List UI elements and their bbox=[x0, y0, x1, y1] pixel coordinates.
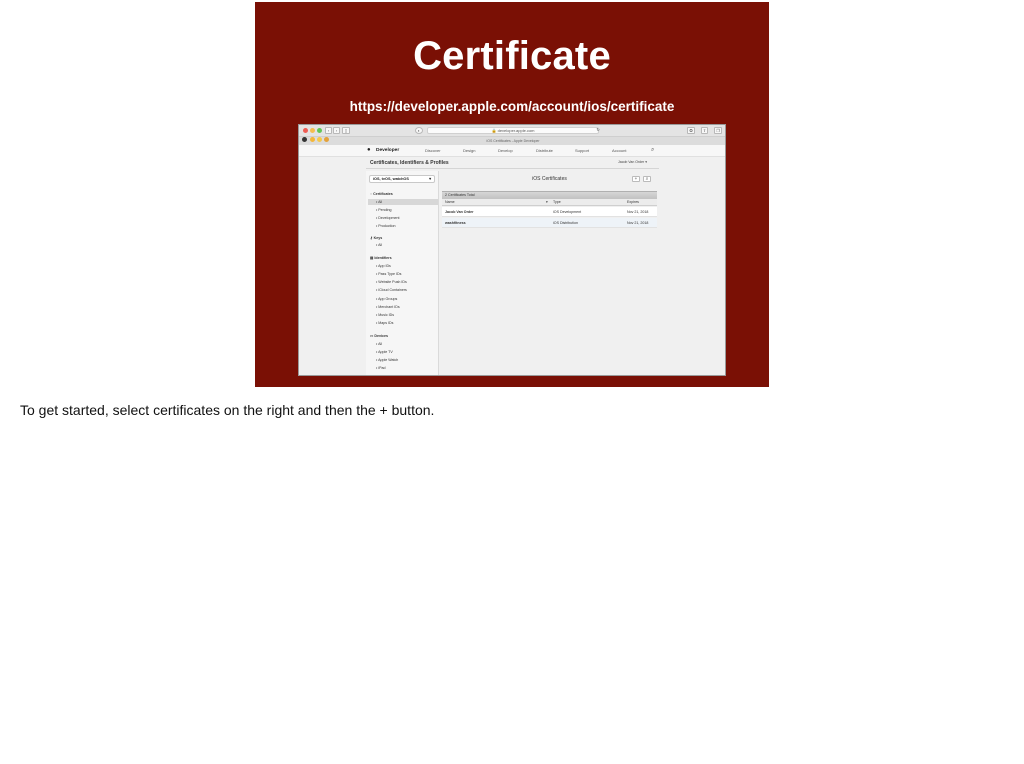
section-title: Certificates, Identifiers & Profiles bbox=[370, 160, 449, 166]
search-icon[interactable]: ⌕ bbox=[651, 147, 654, 154]
sidebar-item-app-ids[interactable]: • App IDs bbox=[376, 264, 391, 268]
nav-item-develop[interactable]: Develop bbox=[498, 148, 513, 153]
nav-item-account[interactable]: Account bbox=[612, 148, 626, 153]
nav-item-distribute[interactable]: Distribute bbox=[536, 148, 553, 153]
nav-item-discover[interactable]: Discover bbox=[425, 148, 441, 153]
platform-value: iOS, tvOS, watchOS bbox=[373, 177, 409, 181]
forward-icon[interactable]: › bbox=[333, 127, 340, 134]
certificate-count: 2 Certificates Total bbox=[442, 191, 657, 199]
sidebar-item-music-ids[interactable]: • Music IDs bbox=[376, 313, 394, 317]
lock-icon: 🔒 bbox=[491, 128, 497, 133]
search-button[interactable]: ⌕ bbox=[643, 176, 651, 182]
slide-title: Certificate bbox=[413, 34, 611, 78]
cell-name: washfitness bbox=[445, 221, 466, 225]
sidebar-item-production[interactable]: • Production bbox=[376, 224, 395, 228]
sidebar-item-apple-tv[interactable]: • Apple TV bbox=[376, 350, 393, 354]
column-name[interactable]: Name bbox=[445, 199, 455, 206]
nav-item-design[interactable]: Design bbox=[463, 148, 475, 153]
column-type[interactable]: Type bbox=[553, 199, 561, 206]
favorite-icon-1[interactable] bbox=[302, 137, 307, 142]
privacy-icon[interactable]: ◐ bbox=[415, 127, 423, 134]
user-menu[interactable]: Jacob Van Order ▾ bbox=[618, 160, 647, 164]
zoom-window-icon[interactable] bbox=[317, 128, 322, 133]
cell-expires: Nov 21, 2018 bbox=[627, 221, 649, 225]
favorite-icon-2[interactable] bbox=[310, 137, 315, 142]
share-icon[interactable]: ⇪ bbox=[701, 127, 708, 134]
sidebar-item-website-push-ids[interactable]: • Website Push IDs bbox=[376, 280, 407, 284]
minimize-window-icon[interactable] bbox=[310, 128, 315, 133]
table-row[interactable]: washfitness iOS Distribution Nov 21, 201… bbox=[442, 218, 657, 228]
cell-name: Jacob Van Order bbox=[445, 210, 474, 214]
apple-logo-icon[interactable]: ● bbox=[367, 147, 371, 153]
sidebar-item-devices-all[interactable]: • All bbox=[376, 342, 382, 346]
chevron-down-icon: ▾ bbox=[429, 177, 431, 181]
sidebar-item-icloud-containers[interactable]: • iCloud Containers bbox=[376, 288, 407, 292]
platform-select[interactable]: iOS, tvOS, watchOS ▾ bbox=[369, 175, 435, 183]
key-icon: ⚷ bbox=[370, 236, 373, 240]
address-bar[interactable]: 🔒 developer.apple.com bbox=[427, 127, 599, 134]
add-certificate-button[interactable]: + bbox=[632, 176, 640, 182]
slide-url: https://developer.apple.com/account/ios/… bbox=[349, 99, 675, 114]
slide-caption: To get started, select certificates on t… bbox=[20, 402, 435, 418]
table-row[interactable]: Jacob Van Order iOS Development Nov 21, … bbox=[442, 207, 657, 217]
reload-icon[interactable]: ↻ bbox=[595, 127, 601, 134]
column-expires[interactable]: Expires bbox=[627, 199, 639, 206]
favorite-icon-4[interactable] bbox=[324, 137, 329, 142]
sidebar-item-ipad[interactable]: • iPad bbox=[376, 366, 385, 370]
cell-expires: Nov 21, 2018 bbox=[627, 210, 649, 214]
sidebar-item-maps-ids[interactable]: • Maps IDs bbox=[376, 321, 393, 325]
back-icon[interactable]: ‹ bbox=[325, 127, 332, 134]
brand-link[interactable]: Developer bbox=[376, 148, 399, 153]
sidebar-section-certificates: ◌ Certificates bbox=[370, 192, 393, 196]
chevron-down-icon: ▾ bbox=[645, 160, 647, 164]
sidebar-section-devices: ▭ Devices bbox=[370, 334, 388, 338]
address-text: developer.apple.com bbox=[497, 128, 535, 133]
favorite-icon-3[interactable] bbox=[317, 137, 322, 142]
certificate-icon: ◌ bbox=[370, 192, 373, 196]
sidebar-item-certificates-all[interactable]: • All bbox=[368, 199, 438, 205]
nav-item-support[interactable]: Support bbox=[575, 148, 589, 153]
main-panel: iOS Certificates + ⌕ 2 Certificates Tota… bbox=[440, 171, 659, 375]
cell-type: iOS Distribution bbox=[553, 221, 578, 225]
sidebar-section-identifiers: ▤ Identifiers bbox=[370, 256, 392, 260]
user-name: Jacob Van Order bbox=[618, 160, 645, 164]
cell-type: iOS Development bbox=[553, 210, 582, 214]
device-icon: ▭ bbox=[370, 334, 374, 338]
tab-title: iOS Certificates - Apple Developer bbox=[486, 139, 540, 143]
sidebar-item-pending[interactable]: • Pending bbox=[376, 208, 391, 212]
sidebar-section-keys: ⚷ Keys bbox=[370, 236, 383, 240]
main-title: iOS Certificates bbox=[532, 176, 567, 182]
search-icon: ⌕ bbox=[645, 176, 649, 181]
browser-tab[interactable]: iOS Certificates - Apple Developer bbox=[299, 136, 725, 145]
section-header: Certificates, Identifiers & Profiles Jac… bbox=[366, 157, 659, 169]
sidebar-item-apple-watch[interactable]: • Apple Watch bbox=[376, 358, 398, 362]
identifier-icon: ▤ bbox=[370, 256, 374, 260]
sidebar: iOS, tvOS, watchOS ▾ ◌ Certificates • Al… bbox=[366, 171, 439, 375]
browser-screenshot: ‹ › ▯ ◐ 🔒 developer.apple.com ↻ ✪ ⇪ ❐ iO… bbox=[298, 124, 726, 376]
close-window-icon[interactable] bbox=[303, 128, 308, 133]
sidebar-toggle-icon[interactable]: ▯ bbox=[342, 127, 350, 134]
extension-icon[interactable]: ✪ bbox=[687, 127, 695, 134]
sort-arrow-icon: ▾ bbox=[546, 200, 548, 204]
sidebar-item-app-groups[interactable]: • App Groups bbox=[376, 297, 397, 301]
developer-nav: ● Developer Discover Design Develop Dist… bbox=[299, 145, 725, 157]
table-header: Name ▾ Type Expires bbox=[442, 199, 657, 206]
tabs-icon[interactable]: ❐ bbox=[714, 127, 722, 134]
sidebar-item-merchant-ids[interactable]: • Merchant IDs bbox=[376, 305, 400, 309]
sidebar-item-development[interactable]: • Development bbox=[376, 216, 399, 220]
browser-toolbar: ‹ › ▯ ◐ 🔒 developer.apple.com ↻ ✪ ⇪ ❐ iO… bbox=[299, 125, 725, 145]
sidebar-item-keys-all[interactable]: • All bbox=[376, 243, 382, 247]
sidebar-item-pass-type-ids[interactable]: • Pass Type IDs bbox=[376, 272, 401, 276]
